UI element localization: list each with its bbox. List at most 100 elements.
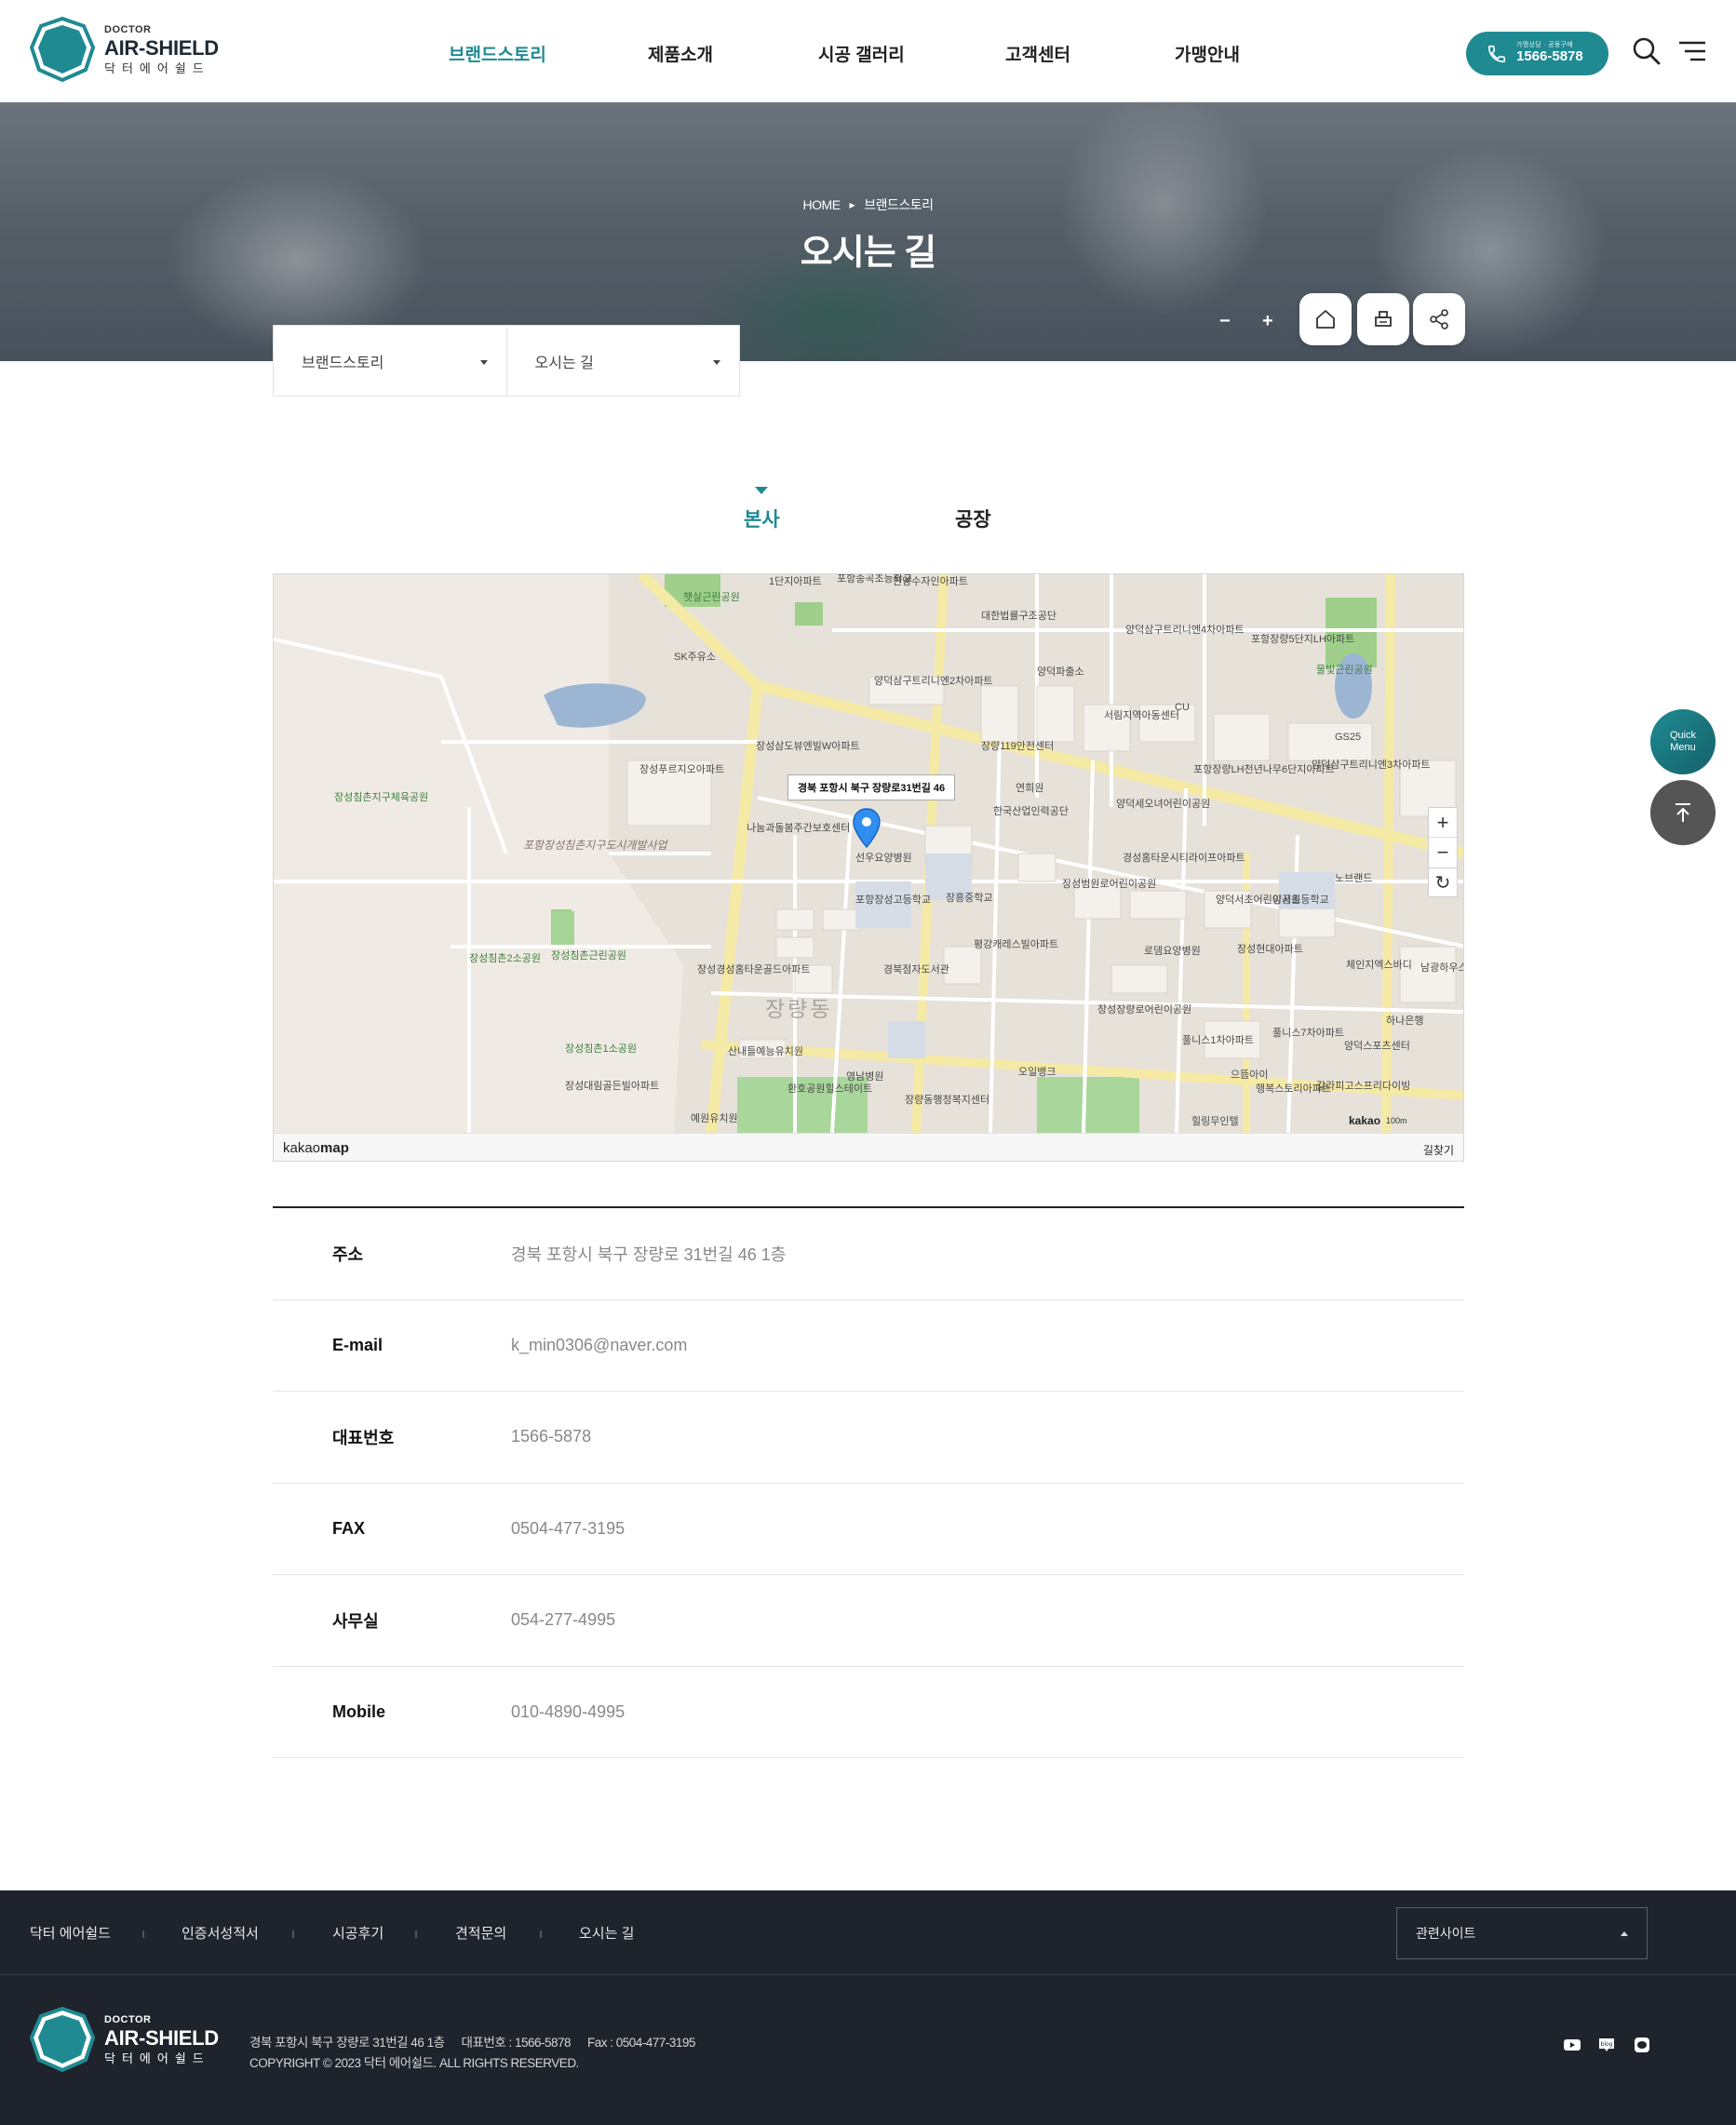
kakao-map[interactable]: 햇살근린공원 포항송곡초등학교 한양수자인아파트 1단지아파트 대한법률구조공단…: [273, 573, 1464, 1162]
breadcrumb-section[interactable]: 브랜드스토리: [864, 197, 934, 212]
footer-fax: Fax : 0504-477-3195: [587, 2036, 695, 2050]
map-marker-icon[interactable]: [851, 807, 882, 850]
map-place-label: 양덕세오녀어린이공원: [1116, 799, 1211, 810]
talk-icon[interactable]: [1633, 2037, 1651, 2053]
blog-icon[interactable]: blog: [1597, 2037, 1616, 2053]
map-place-label: 산내들예능유치원: [728, 1046, 803, 1057]
scroll-top-button[interactable]: [1650, 780, 1716, 845]
info-key: Mobile: [332, 1701, 385, 1721]
map-place-label: 양덕삼구트리니엔2차아파트: [874, 676, 993, 687]
call-button[interactable]: 가맹상담 · 공동구매 1566-5878: [1466, 32, 1608, 75]
footer-divider: [292, 1930, 294, 1938]
nav-gallery[interactable]: 시공 갤러리: [818, 41, 905, 66]
site-footer: 닥터 에어쉴드 인증서성적서 시공후기 견적문의 오시는 길 관련사이트 DOC…: [0, 1890, 1736, 2125]
info-key: FAX: [332, 1518, 366, 1538]
map-place-label: 장성침촌2소공원: [469, 953, 541, 964]
find-way-link[interactable]: 길찾기: [1423, 1142, 1454, 1158]
footer-address: 경북 포항시 북구 장량로 31번길 46 1층: [249, 2036, 445, 2050]
map-place-label: 풀니스7차아파트: [1272, 1028, 1344, 1039]
map-place-label: 양덕스포츠센터: [1344, 1041, 1410, 1052]
footer-link[interactable]: 견적문의: [455, 1923, 506, 1943]
map-reset-icon[interactable]: ↻: [1428, 867, 1458, 897]
map-place-label: 대한법률구조공단: [981, 611, 1056, 622]
logo-korean-text: 닥터에어쉴드: [104, 61, 210, 75]
map-place-label: 로뎀요양병원: [1144, 946, 1201, 957]
breadcrumb-home[interactable]: HOME: [803, 197, 841, 212]
depth1-label: 브랜드스토리: [302, 355, 384, 371]
site-logo[interactable]: DOCTOR AIR-SHIELD 닥터에어쉴드: [30, 17, 219, 82]
logo-badge-icon: [30, 17, 95, 82]
info-key: 사무실: [332, 1611, 379, 1631]
map-place-label: 장성침촌근린공원: [551, 950, 626, 962]
footer-link[interactable]: 오시는 길: [579, 1923, 634, 1943]
map-zoom-in-icon[interactable]: +: [1429, 808, 1457, 838]
text-zoom-out-button[interactable]: −: [1219, 311, 1231, 332]
family-site-select[interactable]: 관련사이트: [1396, 1907, 1648, 1959]
share-icon[interactable]: [1413, 293, 1465, 345]
breadcrumb: HOME ▶ 브랜드스토리: [0, 195, 1736, 214]
map-place-label: 서림지역아동센터: [1104, 710, 1179, 721]
family-site-label: 관련사이트: [1416, 1926, 1476, 1941]
map-place-label: 갈라피고스프리다이빙: [1316, 1081, 1411, 1092]
depth1-select[interactable]: 브랜드스토리: [274, 326, 507, 396]
footer-nav: 닥터 에어쉴드 인증서성적서 시공후기 견적문의 오시는 길 관련사이트: [0, 1890, 1736, 1975]
footer-link[interactable]: 시공후기: [332, 1923, 384, 1943]
nav-products[interactable]: 제품소개: [648, 41, 713, 66]
map-place-label: 양덕삼구트리니엔3차아파트: [1312, 760, 1431, 771]
logo-korean-text: 닥터에어쉴드: [104, 2051, 210, 2065]
youtube-icon[interactable]: [1563, 2037, 1581, 2053]
svg-text:blog: blog: [1601, 2041, 1613, 2048]
map-place-label: 포항장성침촌지구도시개발사업: [523, 839, 667, 852]
footer-link[interactable]: 인증서성적서: [182, 1923, 259, 1943]
info-value: 1566-5878: [511, 1427, 592, 1446]
nav-brand-story[interactable]: 브랜드스토리: [449, 41, 546, 66]
quick-menu-button[interactable]: Quick Menu: [1650, 709, 1716, 774]
nav-franchise[interactable]: 가맹안내: [1175, 41, 1240, 66]
map-place-label: 장성장량로어린이공원: [1097, 1004, 1192, 1015]
breadcrumb-arrow-icon: ▶: [849, 201, 855, 209]
tab-headquarters[interactable]: 본사: [744, 504, 780, 532]
print-icon[interactable]: [1357, 293, 1409, 345]
map-place-label: 장성대림골든빌아파트: [565, 1081, 660, 1092]
map-place-label: 포항장성고등학교: [855, 894, 931, 906]
menu-icon[interactable]: [1675, 35, 1709, 69]
map-place-label: 장성현대아파트: [1237, 944, 1303, 955]
map-place-label: 한양수자인아파트: [893, 576, 968, 587]
tab-factory[interactable]: 공장: [955, 504, 991, 532]
map-place-label: 나눔과돌봄주간보호센터: [747, 823, 851, 834]
map-place-label: 선우요양병원: [855, 853, 912, 864]
map-place-label: 양덕파출소: [1037, 666, 1084, 678]
map-place-label: 장성침촌1소공원: [565, 1043, 637, 1055]
info-key: E-mail: [332, 1335, 384, 1354]
contact-info-table: 주소 경북 포항시 북구 장량로 31번길 46 1층 E-mail k_min…: [273, 1206, 1464, 1758]
footer-logo: DOCTOR AIR-SHIELD 닥터에어쉴드: [30, 2007, 219, 2072]
map-address-callout: 경북 포항시 북구 장량로31번길 46: [787, 774, 956, 800]
call-caption: 가맹상담 · 공동구매: [1516, 42, 1574, 49]
map-scale: 100m: [1386, 1116, 1407, 1125]
map-place-label: 1단지아파트: [769, 576, 822, 587]
footer-divider: [142, 1930, 144, 1938]
logo-doctor-text: DOCTOR: [104, 2013, 152, 2025]
map-zoom-out-icon[interactable]: −: [1429, 838, 1457, 867]
map-place-label: GS25: [1335, 732, 1362, 743]
footer-link[interactable]: 닥터 에어쉴드: [30, 1923, 111, 1943]
footer-divider: [540, 1930, 542, 1938]
depth2-select[interactable]: 오시는 길: [507, 326, 740, 396]
search-icon[interactable]: [1631, 35, 1664, 69]
info-value: 0504-477-3195: [511, 1518, 626, 1538]
text-zoom-in-button[interactable]: +: [1262, 311, 1273, 332]
map-place-label: 남광하우스아파트: [1420, 962, 1463, 974]
quick-menu-line1: Quick: [1669, 729, 1697, 741]
nav-customer-center[interactable]: 고객센터: [1005, 41, 1070, 66]
info-value: 054-277-4995: [511, 1610, 616, 1630]
kakaomap-logo[interactable]: kakaomap: [283, 1140, 349, 1156]
info-value: k_min0306@naver.com: [511, 1335, 688, 1354]
map-place-label: 연희원: [1016, 783, 1044, 794]
home-icon[interactable]: [1299, 293, 1352, 345]
info-key: 주소: [332, 1244, 364, 1264]
map-place-label: 체인지엑스바디: [1346, 960, 1412, 971]
map-place-label: 오일뱅크: [1018, 1067, 1056, 1078]
footer-phone: 대표번호 : 1566-5878: [461, 2036, 572, 2050]
map-place-label: 장성경성홈타운골드아파트: [697, 964, 811, 975]
footer-company-info: 경북 포항시 북구 장량로 31번길 46 1층 대표번호 : 1566-5878…: [249, 2033, 712, 2074]
